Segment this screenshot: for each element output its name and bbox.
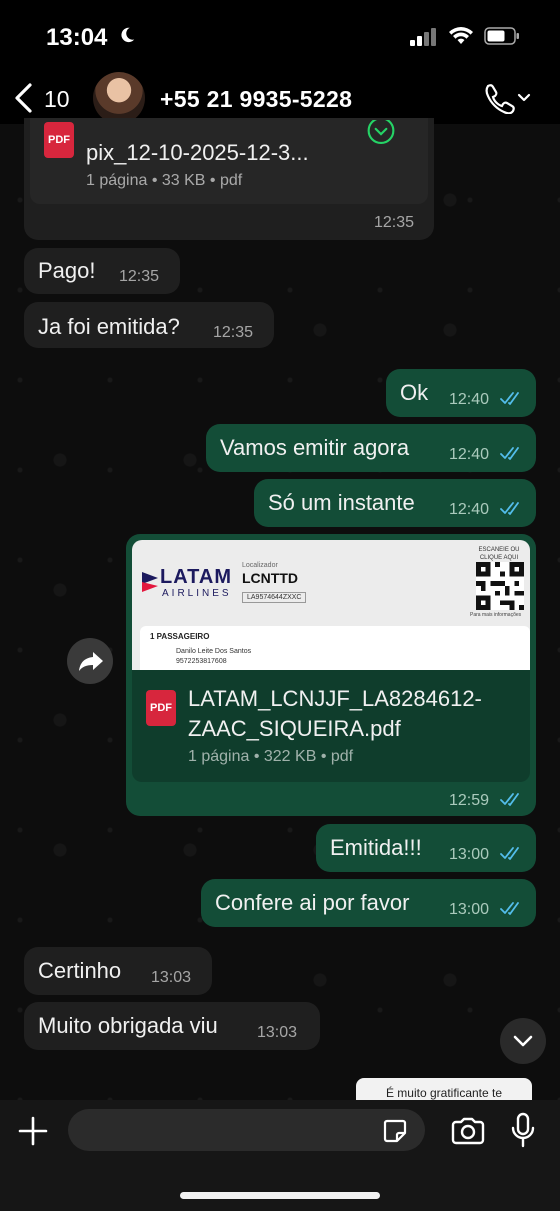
pdf-icon: PDF — [44, 122, 74, 158]
reply-preview[interactable]: É muito gratificante te — [356, 1078, 532, 1100]
locator-code: LCNTTD — [242, 570, 298, 586]
message-out[interactable]: Emitida!!! 13:00 — [316, 824, 536, 872]
forward-icon — [79, 652, 103, 671]
document-preview[interactable]: LATAM AIRLINES Localizador LCNTTD LA9574… — [132, 540, 530, 670]
message-time: 13:03 — [257, 1024, 298, 1041]
sticker-icon[interactable] — [381, 1117, 409, 1145]
double-check-icon — [500, 502, 519, 515]
chat-header: 10 +55 21 9935-5228 — [0, 72, 560, 124]
chevron-down-icon — [513, 1035, 533, 1047]
message-in[interactable]: Pago! 12:35 — [24, 248, 180, 294]
locator-sub: LA9574644ZXXC — [242, 592, 307, 603]
message-in[interactable]: Muito obrigada viu 13:03 — [24, 1002, 320, 1050]
message-text: Certinho — [38, 958, 122, 983]
qr-label: ESCANEIE OU CLIQUE AQUI — [478, 547, 520, 561]
wifi-icon — [449, 27, 473, 44]
qr-code-icon — [476, 562, 524, 610]
camera-icon[interactable] — [450, 1116, 486, 1146]
message-in[interactable]: Ja foi emitida? 12:35 — [24, 302, 274, 348]
signal-icon — [410, 28, 436, 46]
battery-icon — [484, 27, 519, 45]
message-time: 13:00 — [449, 846, 490, 863]
chevron-left-icon[interactable] — [10, 80, 36, 116]
plus-icon[interactable] — [18, 1116, 48, 1146]
chevron-down-icon — [517, 93, 531, 102]
pdf-icon: PDF — [146, 690, 176, 726]
locator-label: Localizador — [242, 562, 278, 569]
double-check-icon — [500, 447, 519, 460]
message-time: 13:00 — [449, 901, 490, 918]
message-text: Confere ai por favor — [215, 890, 410, 915]
message-document-in[interactable]: PDF pix_12-10-2025-12-3... 1 página • 33… — [24, 118, 434, 240]
document-title-line1: LATAM_LCNJJF_LA8284612- — [188, 686, 482, 711]
latam-logo — [142, 572, 158, 592]
message-time: 12:40 — [449, 501, 490, 518]
message-text: Muito obrigada viu — [38, 1013, 218, 1038]
forward-button[interactable] — [67, 638, 113, 684]
message-text: Ok — [400, 380, 429, 405]
latam-brand: LATAM — [160, 566, 233, 588]
document-meta: 1 página • 322 KB • pdf — [188, 748, 354, 765]
message-time: 12:35 — [374, 214, 415, 231]
unread-count[interactable]: 10 — [44, 86, 70, 113]
document-meta: 1 página • 33 KB • pdf — [86, 172, 243, 189]
double-check-icon — [500, 793, 519, 806]
message-time: 13:03 — [151, 969, 192, 986]
message-time: 12:59 — [449, 792, 490, 809]
scroll-to-bottom-button[interactable] — [500, 1018, 546, 1064]
passenger-name: Danilo Leite Dos Santos — [176, 648, 252, 655]
message-document-out[interactable]: LATAM AIRLINES Localizador LCNTTD LA9574… — [126, 534, 536, 816]
message-text: Ja foi emitida? — [38, 314, 180, 339]
message-text: Vamos emitir agora — [220, 435, 410, 460]
double-check-icon — [500, 847, 519, 860]
message-time: 12:40 — [449, 391, 490, 408]
message-text: Pago! — [38, 258, 96, 283]
status-bar: 13:04 — [0, 0, 560, 74]
passengers-title: 1 PASSAGEIRO — [150, 632, 210, 641]
status-time: 13:04 — [46, 24, 108, 51]
message-text: Só um instante — [268, 490, 415, 515]
message-time: 12:35 — [213, 324, 254, 341]
composer-bar — [0, 1100, 560, 1211]
qr-footer: Para mais informações — [470, 612, 522, 618]
message-time: 12:40 — [449, 446, 490, 463]
moon-icon — [121, 27, 135, 43]
message-out[interactable]: Confere ai por favor 13:00 — [201, 879, 536, 927]
message-out[interactable]: Ok 12:40 — [386, 369, 536, 417]
download-icon[interactable] — [364, 120, 398, 150]
airlines-brand: AIRLINES — [162, 588, 232, 599]
passenger-id: 9572253817608 — [176, 658, 227, 665]
message-text: Emitida!!! — [330, 835, 422, 860]
double-check-icon — [500, 392, 519, 405]
home-indicator — [180, 1192, 380, 1199]
message-in[interactable]: Certinho 13:03 — [24, 947, 212, 995]
mic-icon[interactable] — [510, 1112, 536, 1148]
phone-icon[interactable] — [482, 82, 532, 114]
message-time: 12:35 — [119, 268, 160, 285]
double-check-icon — [500, 902, 519, 915]
message-input[interactable] — [68, 1109, 425, 1151]
message-out[interactable]: Só um instante 12:40 — [254, 479, 536, 527]
document-title-line2: ZAAC_SIQUEIRA.pdf — [188, 716, 401, 741]
avatar[interactable] — [93, 72, 145, 124]
message-out[interactable]: Vamos emitir agora 12:40 — [206, 424, 536, 472]
contact-name[interactable]: +55 21 9935-5228 — [160, 86, 352, 113]
document-title: pix_12-10-2025-12-3... — [86, 140, 309, 165]
